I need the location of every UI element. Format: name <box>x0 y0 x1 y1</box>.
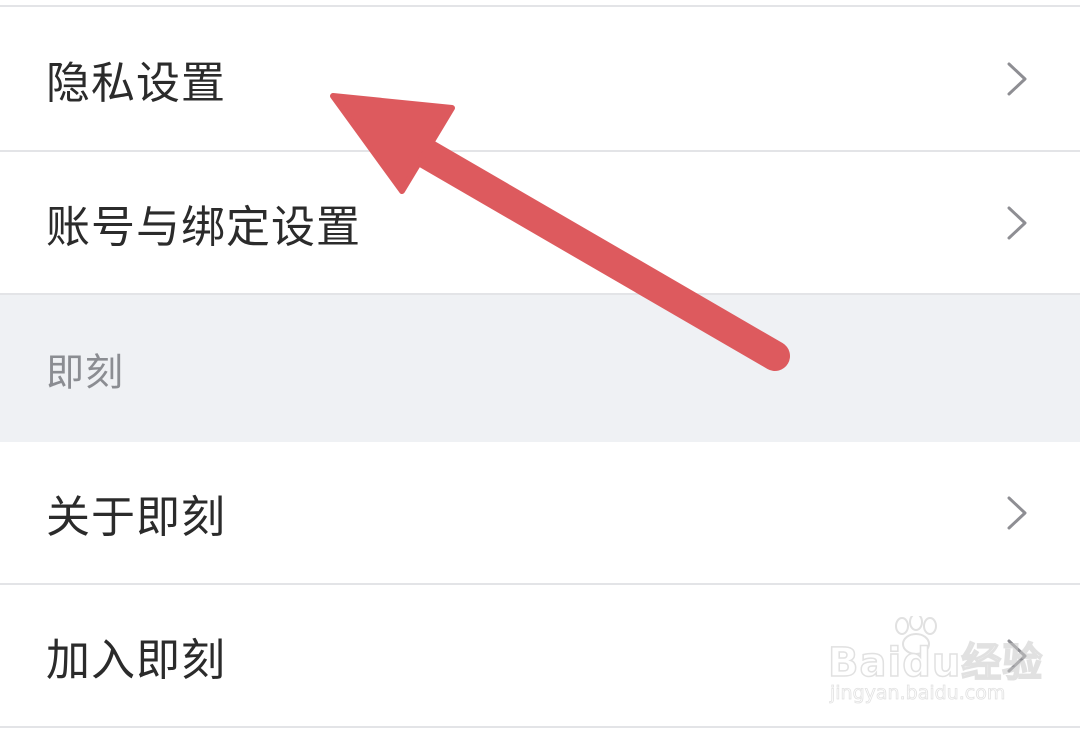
settings-item-account-binding[interactable]: 账号与绑定设置 <box>0 152 1080 293</box>
section-title: 即刻 <box>46 350 125 394</box>
settings-item-label: 加入即刻 <box>46 634 226 686</box>
settings-item-label: 账号与绑定设置 <box>46 201 361 253</box>
section-header: 即刻 <box>0 295 1080 442</box>
settings-item-privacy[interactable]: 隐私设置 <box>0 7 1080 150</box>
watermark-url: jingyan.baidu.com <box>830 682 1006 705</box>
chevron-right-icon <box>1006 205 1028 241</box>
settings-item-label: 关于即刻 <box>46 491 226 543</box>
watermark: Baidu经验 jingyan.baidu.com <box>827 616 1043 716</box>
chevron-right-icon <box>1006 495 1028 531</box>
chevron-right-icon <box>1006 61 1028 97</box>
watermark-brand: Baidu经验 <box>827 639 1044 687</box>
divider <box>0 726 1080 728</box>
settings-screen: 隐私设置 账号与绑定设置 即刻 关于即刻 加入即刻 Baidu经验 jingya… <box>0 0 1080 736</box>
settings-item-label: 隐私设置 <box>46 57 226 109</box>
settings-item-about[interactable]: 关于即刻 <box>0 442 1080 583</box>
